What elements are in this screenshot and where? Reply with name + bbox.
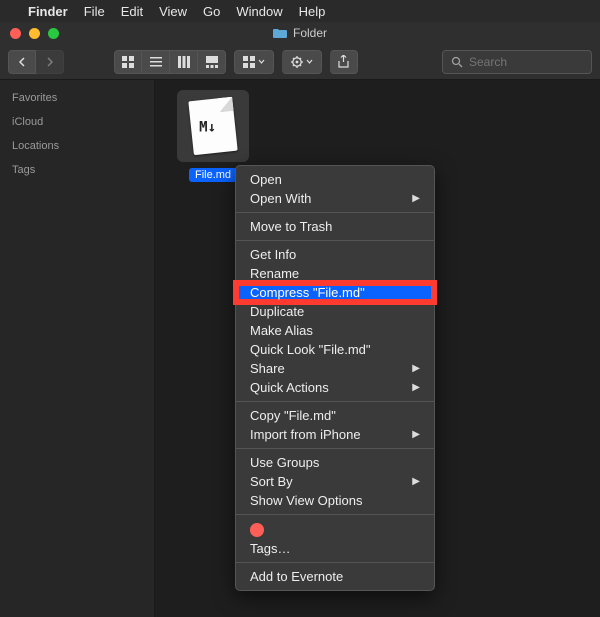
context-menu-item[interactable]: Share ▶ [236, 359, 434, 378]
sidebar-section-locations[interactable]: Locations [0, 134, 154, 158]
group-by-button[interactable] [234, 50, 274, 74]
md-glyph: M↓ [199, 120, 216, 136]
menubar-item-help[interactable]: Help [299, 4, 326, 19]
file-label[interactable]: File.md [189, 168, 237, 182]
context-menu-item-label: Tags… [250, 541, 290, 556]
sidebar-section-tags[interactable]: Tags [0, 158, 154, 182]
menubar-item-view[interactable]: View [159, 4, 187, 19]
back-button[interactable] [8, 50, 36, 74]
context-menu-item[interactable]: Add to Evernote [236, 567, 434, 586]
sidebar-section-icloud[interactable]: iCloud [0, 110, 154, 134]
search-icon [451, 56, 463, 68]
context-menu-item[interactable]: Copy "File.md" [236, 406, 434, 425]
context-menu-separator [236, 240, 434, 241]
window-titlebar: Folder [0, 22, 600, 44]
window-title: Folder [273, 26, 327, 40]
context-menu-item-label: Open With [250, 191, 311, 206]
context-menu-item-label: Use Groups [250, 455, 319, 470]
traffic-lights [0, 28, 59, 39]
column-view-button[interactable] [170, 50, 198, 74]
search-field[interactable] [442, 50, 592, 74]
context-menu-item-label: Quick Actions [250, 380, 329, 395]
menubar-item-window[interactable]: Window [236, 4, 282, 19]
window-body: Favorites iCloud Locations Tags M↓ File.… [0, 80, 600, 617]
file-icon[interactable]: M↓ [177, 90, 249, 162]
minimize-window-button[interactable] [29, 28, 40, 39]
context-menu-item[interactable]: Rename [236, 264, 434, 283]
context-menu-item[interactable]: Show View Options [236, 491, 434, 510]
context-menu-item[interactable]: Get Info [236, 245, 434, 264]
submenu-arrow-icon: ▶ [412, 193, 420, 204]
context-menu-item-label: Add to Evernote [250, 569, 343, 584]
context-menu-item-label: Quick Look "File.md" [250, 342, 371, 357]
action-button[interactable] [282, 50, 322, 74]
context-menu-item-label: Copy "File.md" [250, 408, 336, 423]
context-menu-separator [236, 514, 434, 515]
share-button[interactable] [330, 50, 358, 74]
context-menu-item-label: Move to Trash [250, 219, 332, 234]
close-window-button[interactable] [10, 28, 21, 39]
context-menu-item[interactable]: Sort By ▶ [236, 472, 434, 491]
context-menu-item[interactable]: Open [236, 170, 434, 189]
menubar-item-file[interactable]: File [84, 4, 105, 19]
icon-view-button[interactable] [114, 50, 142, 74]
context-menu-separator [236, 448, 434, 449]
context-menu-item[interactable]: Import from iPhone ▶ [236, 425, 434, 444]
context-menu-item[interactable]: Compress "File.md" [236, 283, 434, 302]
context-menu-item-label: Import from iPhone [250, 427, 361, 442]
markdown-document-icon: M↓ [188, 97, 237, 155]
context-menu: Open Open With ▶ Move to Trash Get Info Renam… [235, 165, 435, 591]
context-menu-item[interactable]: Tags… [236, 539, 434, 558]
context-menu-item-label: Share [250, 361, 285, 376]
context-menu-item[interactable]: Quick Actions ▶ [236, 378, 434, 397]
folder-icon [273, 28, 287, 39]
menubar-item-go[interactable]: Go [203, 4, 220, 19]
menubar-item-edit[interactable]: Edit [121, 4, 143, 19]
context-menu-item[interactable]: Duplicate [236, 302, 434, 321]
gallery-view-button[interactable] [198, 50, 226, 74]
search-input[interactable] [469, 55, 583, 69]
submenu-arrow-icon: ▶ [412, 363, 420, 374]
context-menu-item-label: Sort By [250, 474, 293, 489]
menubar: Finder File Edit View Go Window Help [0, 0, 600, 22]
context-menu-item[interactable]: Quick Look "File.md" [236, 340, 434, 359]
sidebar: Favorites iCloud Locations Tags [0, 80, 155, 617]
context-menu-tags-row[interactable] [236, 519, 434, 539]
window-title-text: Folder [293, 26, 327, 40]
context-menu-item[interactable]: Move to Trash [236, 217, 434, 236]
context-menu-item-label: Compress "File.md" [250, 285, 365, 300]
list-view-button[interactable] [142, 50, 170, 74]
submenu-arrow-icon: ▶ [412, 382, 420, 393]
context-menu-item[interactable]: Make Alias [236, 321, 434, 340]
menubar-app-name[interactable]: Finder [28, 4, 68, 19]
context-menu-item-label: Duplicate [250, 304, 304, 319]
view-mode-buttons [114, 50, 226, 74]
submenu-arrow-icon: ▶ [412, 429, 420, 440]
forward-button[interactable] [36, 50, 64, 74]
context-menu-separator [236, 401, 434, 402]
context-menu-separator [236, 212, 434, 213]
context-menu-item-label: Rename [250, 266, 299, 281]
sidebar-section-favorites[interactable]: Favorites [0, 86, 154, 110]
context-menu-item[interactable]: Open With ▶ [236, 189, 434, 208]
context-menu-item-label: Open [250, 172, 282, 187]
context-menu-item[interactable]: Use Groups [236, 453, 434, 472]
context-menu-separator [236, 562, 434, 563]
tag-color-red-icon[interactable] [250, 523, 264, 537]
context-menu-item-label: Get Info [250, 247, 296, 262]
context-menu-item-label: Make Alias [250, 323, 313, 338]
content-area[interactable]: M↓ File.md Open Open With ▶ Move to Trash Ge… [155, 80, 600, 617]
context-menu-item-label: Show View Options [250, 493, 363, 508]
submenu-arrow-icon: ▶ [412, 476, 420, 487]
zoom-window-button[interactable] [48, 28, 59, 39]
toolbar [0, 44, 600, 80]
nav-buttons [8, 50, 64, 74]
